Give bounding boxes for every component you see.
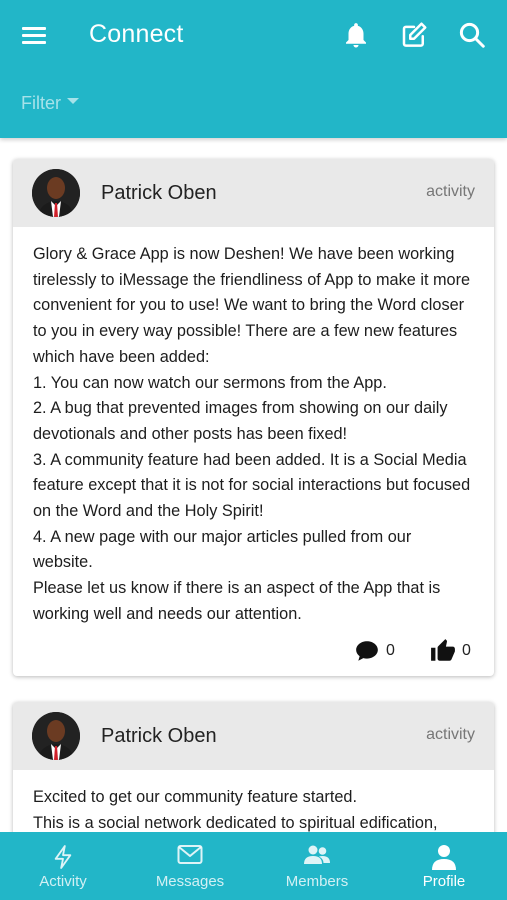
post-card: Patrick Oben activity Excited to get our… <box>13 702 494 832</box>
like-count: 0 <box>462 641 471 659</box>
nav-label: Activity <box>39 873 87 890</box>
post-author[interactable]: Patrick Oben <box>101 725 217 748</box>
post-paragraph: 4. A new page with our major articles pu… <box>33 527 412 572</box>
comment-icon <box>356 640 378 661</box>
nav-profile[interactable]: Profile <box>381 832 507 900</box>
bottom-navigation: Activity Messages Members Profile <box>0 832 507 900</box>
nav-label: Messages <box>155 873 225 890</box>
post-author[interactable]: Patrick Oben <box>101 182 217 205</box>
post-type-tag: activity <box>426 726 475 743</box>
post-paragraph: 1. You can now watch our sermons from th… <box>33 373 387 392</box>
people-icon <box>304 845 330 864</box>
avatar[interactable] <box>32 169 80 217</box>
caret-down-icon <box>67 98 79 105</box>
app-header: Connect Filter <box>0 0 507 138</box>
post-paragraph: Excited to get our community feature sta… <box>33 788 357 806</box>
post-body: Glory & Grace App is now Deshen! We have… <box>13 227 494 628</box>
post-paragraph: 2. A bug that prevented images from show… <box>33 399 448 443</box>
comment-button[interactable]: 0 <box>354 638 395 669</box>
envelope-icon <box>177 845 203 864</box>
post-paragraph: Glory & Grace App is now Deshen! We have… <box>33 245 471 366</box>
bell-icon[interactable] <box>341 20 371 50</box>
filter-dropdown[interactable]: Filter <box>21 93 79 114</box>
avatar[interactable] <box>32 712 80 760</box>
nav-label: Members <box>285 873 349 890</box>
page-title: Connect <box>89 20 184 48</box>
post-paragraph: 3. A community feature had been added. I… <box>33 450 471 521</box>
post-paragraph: Please let us know if there is an aspect… <box>33 579 441 623</box>
activity-feed[interactable]: Patrick Oben activity Glory & Grace App … <box>0 138 507 832</box>
post-card: Patrick Oben activity Glory & Grace App … <box>13 159 494 676</box>
post-paragraph: This is a social network dedicated to sp… <box>33 813 438 832</box>
compose-icon[interactable] <box>399 20 429 50</box>
post-type-tag: activity <box>426 183 475 200</box>
nav-activity[interactable]: Activity <box>0 832 126 900</box>
post-header: Patrick Oben activity <box>13 702 494 770</box>
hamburger-menu-icon[interactable] <box>22 24 48 46</box>
nav-label: Profile <box>422 873 466 890</box>
search-icon[interactable] <box>457 20 487 50</box>
like-button[interactable]: 0 <box>430 638 471 669</box>
person-icon <box>432 845 456 870</box>
thumbs-up-icon <box>431 638 455 661</box>
lightning-icon <box>54 845 72 869</box>
filter-label: Filter <box>21 93 61 113</box>
comment-count: 0 <box>386 641 395 659</box>
nav-members[interactable]: Members <box>254 832 380 900</box>
post-header: Patrick Oben activity <box>13 159 494 227</box>
post-actions: 0 0 <box>13 628 494 676</box>
nav-messages[interactable]: Messages <box>127 832 253 900</box>
post-body: Excited to get our community feature sta… <box>13 770 494 832</box>
